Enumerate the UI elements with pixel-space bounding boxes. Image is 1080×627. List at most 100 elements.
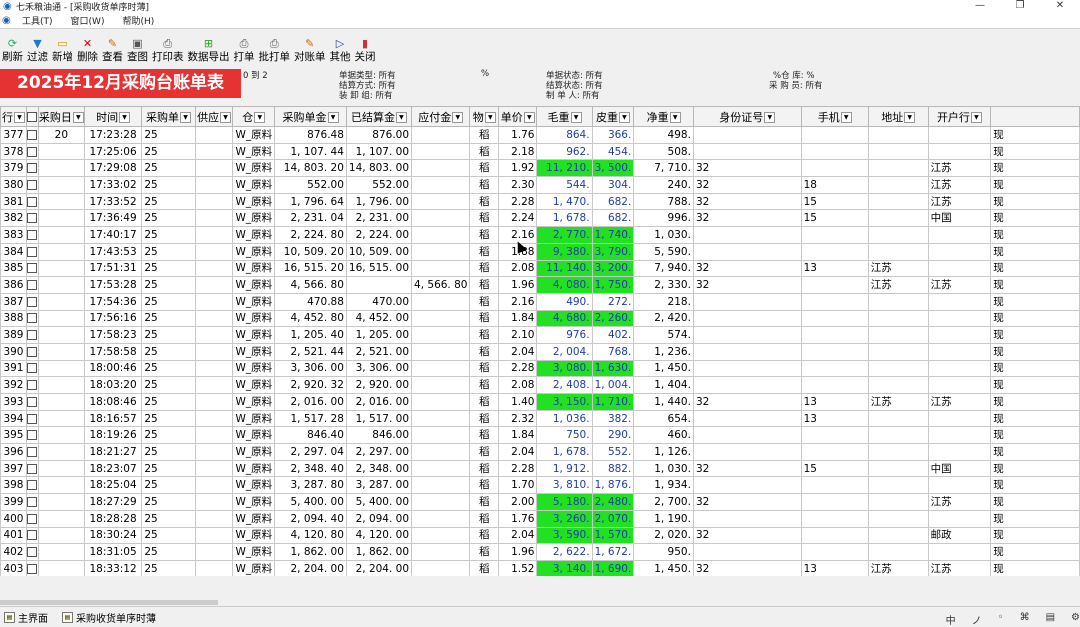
row-checkbox[interactable] <box>27 196 38 207</box>
column-header-9[interactable]: 应付金 ▼ <box>411 106 471 127</box>
column-dropdown-icon[interactable]: ▼ <box>484 112 496 123</box>
toolbar-button-0[interactable]: ⟳ 刷新 <box>0 36 25 68</box>
table-row[interactable]: 382 17:36:49 25 W_原料 2, 231. 04 2, 231. 00 稻 2.… <box>0 209 1080 228</box>
column-header-17[interactable]: 地址 ▼ <box>867 106 929 127</box>
tray-icon-2[interactable]: ◦ <box>998 612 1004 627</box>
data-grid[interactable]: 行 ▼ 采购日 ▼ 时间 ▼ 采购单 ▼ 供应 ▼ 仓 ▼ 采购单金 ▼ 已结算金 ▼ 应付金 ▼ 物 ▼ 单价 ▼ 毛重 ▼… <box>0 106 1080 576</box>
column-header-19[interactable] <box>990 106 1080 127</box>
maximize-button[interactable]: ❐ <box>1000 0 1040 13</box>
table-row[interactable]: 390 17:58:58 25 W_原料 2, 521. 44 2, 521. 00 稻 2.… <box>0 342 1080 361</box>
column-dropdown-icon[interactable]: ▼ <box>970 112 982 123</box>
toolbar-button-8[interactable]: ⎙ 打单 <box>232 36 257 68</box>
column-header-11[interactable]: 单价 ▼ <box>498 106 538 127</box>
menu-help[interactable]: 帮助(H) <box>122 14 154 27</box>
column-header-15[interactable]: 身份证号 ▼ <box>692 106 802 127</box>
table-row[interactable]: 398 18:25:04 25 W_原料 3, 287. 80 3, 287. 00 稻 1.… <box>0 476 1080 495</box>
select-all-checkbox[interactable] <box>27 112 38 122</box>
tray-icon-0[interactable]: 中 <box>946 612 956 627</box>
row-checkbox[interactable] <box>27 363 38 374</box>
table-row[interactable]: 381 17:33:52 25 W_原料 1, 796. 64 1, 796. 00 稻 2.… <box>0 192 1080 211</box>
column-header-13[interactable]: 皮重 ▼ <box>591 106 635 127</box>
table-row[interactable]: 399 18:27:29 25 W_原料 5, 400. 00 5, 400. 00 稻 2.… <box>0 493 1080 511</box>
table-row[interactable]: 401 18:30:24 25 W_原料 4, 120. 80 4, 120. 00 稻 2.… <box>0 526 1080 545</box>
table-row[interactable]: 379 17:29:08 25 W_原料 14, 803. 20 14, 803. 00 稻… <box>0 159 1080 178</box>
table-row[interactable]: 397 18:23:07 25 W_原料 2, 348. 40 2, 348. 00 稻 2.… <box>0 459 1080 478</box>
table-row[interactable]: 383 17:40:17 25 W_原料 2, 224. 80 2, 224. 00 稻 2.… <box>0 226 1080 244</box>
column-dropdown-icon[interactable]: ▼ <box>618 112 630 123</box>
row-checkbox[interactable] <box>27 380 38 391</box>
minimize-button[interactable]: — <box>960 0 1000 13</box>
table-row[interactable]: 403 18:33:12 25 W_原料 2, 204. 00 2, 204. 00 稻 1.… <box>0 559 1080 576</box>
column-dropdown-icon[interactable]: ▼ <box>119 112 131 123</box>
toolbar-button-5[interactable]: ▣ 查图 <box>125 36 150 68</box>
tray-icon-1[interactable]: ノ <box>972 612 982 627</box>
row-checkbox[interactable] <box>27 480 38 491</box>
table-row[interactable]: 402 18:31:05 25 W_原料 1, 862. 00 1, 862. 00 稻 1.… <box>0 543 1080 561</box>
table-row[interactable]: 393 18:08:46 25 W_原料 2, 016. 00 2, 016. 00 稻 1.… <box>0 393 1080 411</box>
column-header-0[interactable]: 行 ▼ <box>0 106 27 127</box>
column-header-10[interactable]: 物 ▼ <box>469 106 500 127</box>
toolbar-button-4[interactable]: ✎ 查看 <box>100 36 125 68</box>
column-header-2[interactable]: 采购日 ▼ <box>37 106 85 127</box>
row-checkbox[interactable] <box>27 346 38 357</box>
row-checkbox[interactable] <box>27 246 38 257</box>
tray-icon-5[interactable]: ⚙ <box>1071 612 1080 627</box>
toolbar-button-11[interactable]: ▷ 其他 <box>328 36 353 68</box>
column-header-6[interactable]: 仓 ▼ <box>232 106 276 127</box>
column-dropdown-icon[interactable]: ▼ <box>220 112 232 123</box>
table-row[interactable]: 400 18:28:28 25 W_原料 2, 094. 40 2, 094. 00 稻 1.… <box>0 509 1080 528</box>
column-header-12[interactable]: 毛重 ▼ <box>536 106 593 127</box>
row-checkbox[interactable] <box>27 129 38 140</box>
row-checkbox[interactable] <box>27 563 38 574</box>
row-checkbox[interactable] <box>27 413 38 424</box>
column-dropdown-icon[interactable]: ▼ <box>452 112 464 123</box>
column-header-14[interactable]: 净重 ▼ <box>633 106 694 127</box>
menu-tools[interactable]: 工具(T) <box>22 14 53 27</box>
column-header-16[interactable]: 手机 ▼ <box>800 106 869 127</box>
table-row[interactable]: 392 18:03:20 25 W_原料 2, 920. 32 2, 920. 00 稻 2.… <box>0 376 1080 394</box>
row-checkbox[interactable] <box>27 396 38 407</box>
row-checkbox[interactable] <box>27 463 38 474</box>
row-checkbox[interactable] <box>27 263 38 274</box>
row-checkbox[interactable] <box>27 163 38 174</box>
tab-purchase-journal[interactable]: ▤ 采购收货单序时薄 <box>62 610 156 625</box>
tray-icon-4[interactable]: ▤ <box>1046 612 1055 627</box>
row-checkbox[interactable] <box>27 330 38 341</box>
row-checkbox[interactable] <box>27 229 38 240</box>
column-dropdown-icon[interactable]: ▼ <box>669 112 681 123</box>
tab-main[interactable]: ▤ 主界面 <box>4 610 48 625</box>
column-header-3[interactable]: 时间 ▼ <box>83 106 143 127</box>
column-header-1[interactable] <box>25 106 39 127</box>
table-row[interactable]: 386 17:53:28 25 W_原料 4, 566. 80 4, 566. 80 稻 1.… <box>0 276 1080 294</box>
row-checkbox[interactable] <box>27 280 38 291</box>
row-checkbox[interactable] <box>27 179 38 190</box>
table-row[interactable]: 387 17:54:36 25 W_原料 470.88 470.00 稻 2.16 490. 27… <box>0 292 1080 311</box>
toolbar-button-6[interactable]: ⎙ 打印表 <box>150 36 186 68</box>
toolbar-button-9[interactable]: ⎙ 批打单 <box>257 36 293 68</box>
column-header-4[interactable]: 采购单 ▼ <box>141 106 196 127</box>
table-row[interactable]: 388 17:56:16 25 W_原料 4, 452. 80 4, 452. 00 稻 1.… <box>0 309 1080 328</box>
menu-window[interactable]: 窗口(W) <box>71 14 105 27</box>
row-checkbox[interactable] <box>27 446 38 457</box>
table-row[interactable]: 385 17:51:31 25 W_原料 16, 515. 20 16, 515. 00 稻… <box>0 259 1080 278</box>
row-checkbox[interactable] <box>27 146 38 157</box>
row-checkbox[interactable] <box>27 213 38 224</box>
column-dropdown-icon[interactable]: ▼ <box>13 112 25 123</box>
column-dropdown-icon[interactable]: ▼ <box>840 112 852 123</box>
column-dropdown-icon[interactable]: ▼ <box>570 112 582 123</box>
column-dropdown-icon[interactable]: ▼ <box>904 112 916 123</box>
table-row[interactable]: 384 17:43:53 25 W_原料 10, 509. 20 10, 509. 00 稻… <box>0 242 1080 261</box>
row-checkbox[interactable] <box>27 313 38 324</box>
column-header-18[interactable]: 开户行 ▼ <box>927 106 992 127</box>
row-checkbox[interactable] <box>27 530 38 541</box>
table-row[interactable]: 394 18:16:57 25 W_原料 1, 517. 28 1, 517. 00 稻 2.… <box>0 409 1080 428</box>
column-header-5[interactable]: 供应 ▼ <box>194 106 234 127</box>
row-checkbox[interactable] <box>27 513 38 524</box>
horizontal-scrollbar[interactable] <box>0 600 218 605</box>
column-dropdown-icon[interactable]: ▼ <box>523 112 535 123</box>
table-row[interactable]: 395 18:19:26 25 W_原料 846.40 846.00 稻 1.84 750. 29… <box>0 426 1080 445</box>
toolbar-button-7[interactable]: ⊞ 数据导出 <box>186 36 232 68</box>
table-row[interactable]: 377 20 17:23:28 25 W_原料 876.48 876.00 稻 1.76 864.… <box>0 126 1080 144</box>
table-row[interactable]: 389 17:58:23 25 W_原料 1, 205. 40 1, 205. 00 稻 2.… <box>0 326 1080 344</box>
toolbar-button-10[interactable]: ✎ 对账单 <box>292 36 328 68</box>
